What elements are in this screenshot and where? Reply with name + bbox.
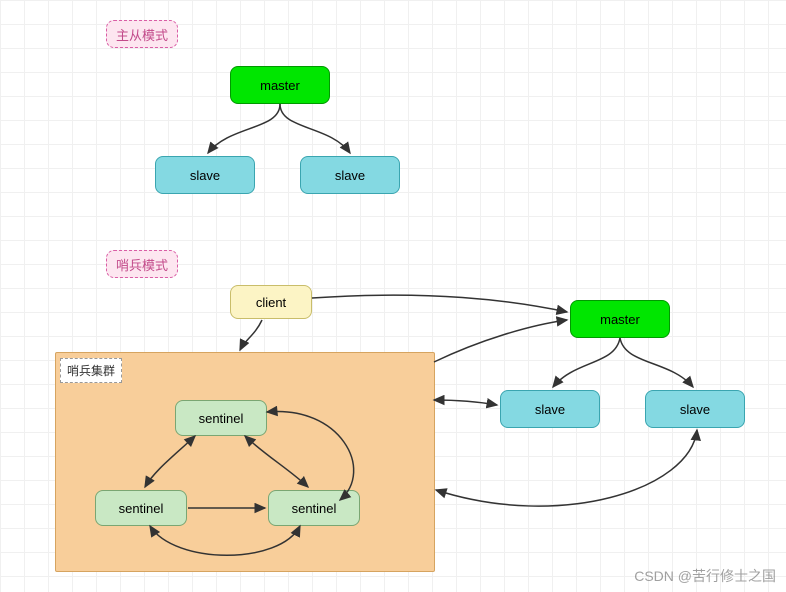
node-sentinel-3: sentinel [268, 490, 360, 526]
node-sentinel-2: sentinel [95, 490, 187, 526]
sentinel-cluster-box [55, 352, 435, 572]
node-client: client [230, 285, 312, 319]
label-sentinel-cluster: 哨兵集群 [60, 358, 122, 383]
label-master-slave-mode: 主从模式 [106, 20, 178, 48]
node-sentinel-1: sentinel [175, 400, 267, 436]
node-slave-1b: slave [300, 156, 400, 194]
node-master-1: master [230, 66, 330, 104]
node-slave-2a: slave [500, 390, 600, 428]
watermark: CSDN @苦行修士之国 [634, 566, 776, 586]
node-slave-2b: slave [645, 390, 745, 428]
node-master-2: master [570, 300, 670, 338]
label-sentinel-mode: 哨兵模式 [106, 250, 178, 278]
node-slave-1a: slave [155, 156, 255, 194]
